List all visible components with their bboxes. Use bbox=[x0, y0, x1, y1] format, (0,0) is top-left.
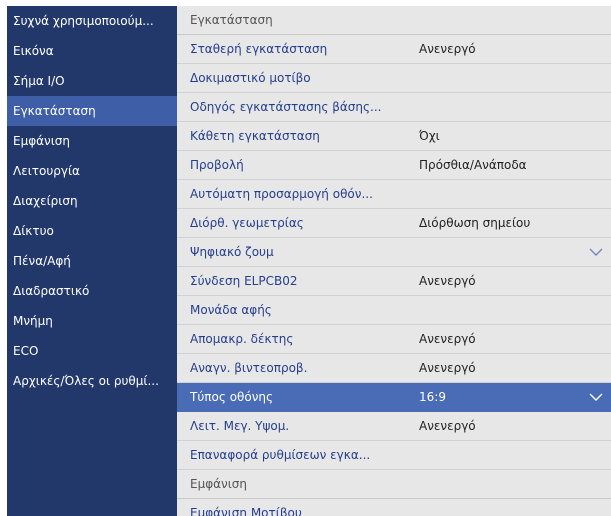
sidebar-item-label: Εικόνα bbox=[13, 44, 54, 58]
setting-row-screen-type[interactable]: Τύπος οθόνης 16:9 bbox=[177, 383, 611, 412]
setting-label: Προβολή bbox=[190, 158, 244, 172]
setting-label: Αυτόματη προσαρμογή οθόν... bbox=[190, 187, 373, 201]
section-header-display: Εμφάνιση bbox=[177, 470, 611, 499]
setting-value: Ανενεργό bbox=[419, 42, 476, 56]
sidebar-item-label: Αρχικές/Όλες οι ρυθμί... bbox=[13, 374, 159, 388]
sidebar-item-installation[interactable]: Εγκατάσταση bbox=[7, 96, 177, 126]
setting-label: Αναγν. βιντεοπροβ. bbox=[190, 361, 308, 375]
setting-value: Διόρθωση σημείου bbox=[419, 216, 531, 230]
sidebar-item-network[interactable]: Δίκτυο bbox=[7, 216, 177, 246]
setting-value: Ανενεργό bbox=[419, 361, 476, 375]
sidebar-item-display[interactable]: Εμφάνιση bbox=[7, 126, 177, 156]
sidebar-item-label: Μνήμη bbox=[13, 314, 53, 328]
chevron-down-icon[interactable] bbox=[589, 247, 603, 257]
setting-row-high-altitude-mode[interactable]: Λειτ. Μεγ. Υψομ. Ανενεργό bbox=[177, 412, 611, 441]
setting-label: Οδηγός εγκατάστασης βάσης... bbox=[190, 100, 382, 114]
setting-row-test-pattern[interactable]: Δοκιμαστικό μοτίβο bbox=[177, 64, 611, 93]
setting-value: Ανενεργό bbox=[419, 332, 476, 346]
chevron-down-icon[interactable] bbox=[589, 392, 603, 402]
sidebar-item-label: Διαχείριση bbox=[13, 194, 78, 208]
setting-label: Διόρθ. γεωμετρίας bbox=[190, 216, 304, 230]
setting-row-reset-installation[interactable]: Επαναφορά ρυθμίσεων εγκα... bbox=[177, 441, 611, 470]
sidebar-item-label: Λειτουργία bbox=[13, 164, 80, 178]
setting-row-projector-id[interactable]: Αναγν. βιντεοπροβ. Ανενεργό bbox=[177, 354, 611, 383]
section-title: Εγκατάσταση bbox=[190, 13, 273, 27]
setting-label: Σύνδεση ELPCB02 bbox=[190, 274, 298, 288]
setting-row-remote-receiver[interactable]: Απομακρ. δέκτης Ανενεργό bbox=[177, 325, 611, 354]
sidebar-item-label: Εμφάνιση bbox=[13, 134, 71, 148]
setting-value: Πρόσθια/Ανάποδα bbox=[419, 158, 527, 172]
sidebar-item-label: Δίκτυο bbox=[13, 224, 54, 238]
sidebar-item-frequently-used[interactable]: Συχνά χρησιμοποιούμ... bbox=[7, 6, 177, 36]
sidebar-item-label: Πένα/Αφή bbox=[13, 254, 71, 268]
setting-value: Ανενεργό bbox=[419, 274, 476, 288]
section-title: Εμφάνιση bbox=[190, 477, 248, 491]
projector-menu: Συχνά χρησιμοποιούμ... Εικόνα Σήμα I/O Ε… bbox=[7, 6, 611, 516]
setting-row-vertical-installation[interactable]: Κάθετη εγκατάσταση Όχι bbox=[177, 122, 611, 151]
setting-value: 16:9 bbox=[419, 390, 446, 404]
setting-value: Όχι bbox=[419, 129, 440, 143]
sidebar-item-operation[interactable]: Λειτουργία bbox=[7, 156, 177, 186]
setting-row-touch-unit[interactable]: Μονάδα αφής bbox=[177, 296, 611, 325]
setting-label: Εμφάνιση Μοτίβου bbox=[190, 506, 302, 516]
sidebar-item-management[interactable]: Διαχείριση bbox=[7, 186, 177, 216]
sidebar-item-pen-touch[interactable]: Πένα/Αφή bbox=[7, 246, 177, 276]
sidebar-item-reset-settings[interactable]: Αρχικές/Όλες οι ρυθμί... bbox=[7, 366, 177, 396]
setting-label: Σταθερή εγκατάσταση bbox=[190, 42, 328, 56]
setting-row-elpcb02-link[interactable]: Σύνδεση ELPCB02 Ανενεργό bbox=[177, 267, 611, 296]
setting-row-auto-screen-fit[interactable]: Αυτόματη προσαρμογή οθόν... bbox=[177, 180, 611, 209]
setting-row-fixed-installation[interactable]: Σταθερή εγκατάσταση Ανενεργό bbox=[177, 35, 611, 64]
setting-label: Τύπος οθόνης bbox=[190, 390, 274, 404]
setting-row-display-pattern[interactable]: Εμφάνιση Μοτίβου bbox=[177, 499, 611, 516]
sidebar: Συχνά χρησιμοποιούμ... Εικόνα Σήμα I/O Ε… bbox=[7, 6, 177, 516]
sidebar-item-image[interactable]: Εικόνα bbox=[7, 36, 177, 66]
setting-label: Κάθετη εγκατάσταση bbox=[190, 129, 320, 143]
sidebar-item-signal-io[interactable]: Σήμα I/O bbox=[7, 66, 177, 96]
sidebar-item-label: ECO bbox=[13, 344, 39, 358]
setting-row-digital-zoom[interactable]: Ψηφιακό ζουμ bbox=[177, 238, 611, 267]
sidebar-item-memory[interactable]: Μνήμη bbox=[7, 306, 177, 336]
setting-row-mount-wizard[interactable]: Οδηγός εγκατάστασης βάσης... bbox=[177, 93, 611, 122]
setting-value: Ανενεργό bbox=[419, 419, 476, 433]
setting-label: Ψηφιακό ζουμ bbox=[190, 245, 274, 259]
setting-row-geometry-correction[interactable]: Διόρθ. γεωμετρίας Διόρθωση σημείου bbox=[177, 209, 611, 238]
sidebar-item-label: Διαδραστικό bbox=[13, 284, 90, 298]
setting-label: Δοκιμαστικό μοτίβο bbox=[190, 71, 311, 85]
sidebar-item-label: Συχνά χρησιμοποιούμ... bbox=[13, 14, 154, 28]
sidebar-item-label: Εγκατάσταση bbox=[13, 104, 96, 118]
setting-label: Επαναφορά ρυθμίσεων εγκα... bbox=[190, 448, 371, 462]
setting-label: Απομακρ. δέκτης bbox=[190, 332, 294, 346]
settings-panel: Εγκατάσταση Σταθερή εγκατάσταση Ανενεργό… bbox=[177, 6, 611, 516]
setting-row-projection[interactable]: Προβολή Πρόσθια/Ανάποδα bbox=[177, 151, 611, 180]
sidebar-item-interactive[interactable]: Διαδραστικό bbox=[7, 276, 177, 306]
setting-label: Λειτ. Μεγ. Υψομ. bbox=[190, 419, 290, 433]
section-header-installation: Εγκατάσταση bbox=[177, 6, 611, 35]
sidebar-item-label: Σήμα I/O bbox=[13, 74, 65, 88]
setting-label: Μονάδα αφής bbox=[190, 303, 272, 317]
sidebar-item-eco[interactable]: ECO bbox=[7, 336, 177, 366]
